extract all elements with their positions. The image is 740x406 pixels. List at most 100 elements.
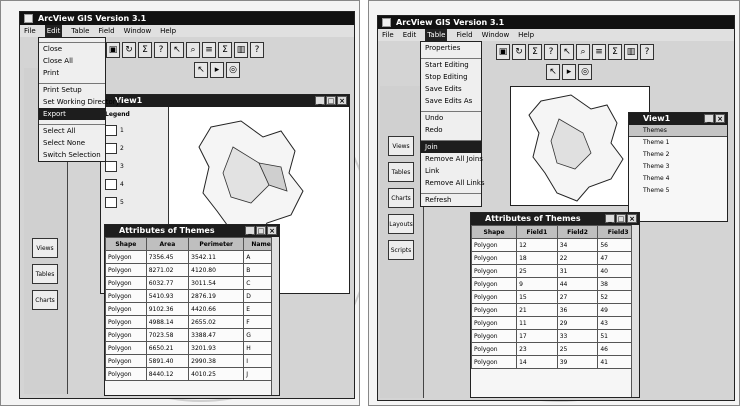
edit-tool-icon[interactable]: ▸: [562, 64, 576, 80]
save-icon[interactable]: ▣: [496, 44, 510, 60]
table-row[interactable]: Polygon 23 25 46: [471, 342, 639, 356]
help-icon[interactable]: ?: [640, 44, 654, 60]
table-cell[interactable]: Polygon: [105, 341, 147, 355]
legend-item[interactable]: 2: [105, 139, 164, 157]
table-row[interactable]: Polygon 6032.77 3011.54 C: [105, 276, 279, 290]
table-cell[interactable]: 25: [556, 342, 599, 356]
theme-list-item[interactable]: Theme 5: [629, 185, 727, 197]
table-cell[interactable]: 23: [516, 342, 558, 356]
table-cell[interactable]: 31: [556, 264, 599, 278]
menu-edit[interactable]: Edit: [44, 25, 63, 37]
menu-window[interactable]: Window: [482, 29, 510, 41]
menu-item-close[interactable]: Close: [39, 43, 105, 55]
menu-edit[interactable]: Edit: [403, 29, 417, 41]
sort-icon[interactable]: ≡: [202, 42, 216, 58]
table-cell[interactable]: Polygon: [471, 329, 518, 343]
menu-table[interactable]: Table: [71, 25, 89, 37]
table-row[interactable]: Polygon 18 22 47: [471, 251, 639, 265]
table-cell[interactable]: 6650.21: [145, 341, 190, 355]
table-cell[interactable]: 2876.19: [188, 289, 245, 303]
table-cell[interactable]: 3542.11: [188, 250, 245, 264]
table-cell[interactable]: 14: [516, 355, 558, 369]
table-cell[interactable]: 39: [556, 355, 599, 369]
views-button[interactable]: Views: [32, 238, 58, 258]
table-cell[interactable]: Polygon: [105, 289, 147, 303]
table-cell[interactable]: 7023.58: [145, 328, 190, 342]
table-row[interactable]: Polygon 8440.12 4010.25 J: [105, 367, 279, 381]
table-cell[interactable]: Polygon: [105, 354, 147, 368]
table-cell[interactable]: Polygon: [471, 316, 518, 330]
query-icon[interactable]: ?: [154, 42, 168, 58]
table-cell[interactable]: 21: [516, 303, 558, 317]
table-row[interactable]: Polygon 25 31 40: [471, 264, 639, 278]
table-cell[interactable]: 5891.40: [145, 354, 190, 368]
vertical-scrollbar[interactable]: [631, 225, 639, 397]
table-cell[interactable]: 27: [556, 290, 599, 304]
menu-field[interactable]: Field: [98, 25, 114, 37]
stats-icon[interactable]: Σ: [138, 42, 152, 58]
table-cell[interactable]: Polygon: [105, 276, 147, 290]
views-button[interactable]: Views: [388, 136, 414, 156]
table-cell[interactable]: 22: [556, 251, 599, 265]
menu-help[interactable]: Help: [160, 25, 176, 37]
legend-item[interactable]: 5: [105, 193, 164, 211]
attribute-table[interactable]: Shape Field1 Field2 Field3 Polygon 12 34 56…: [471, 225, 639, 369]
table-cell[interactable]: Polygon: [105, 367, 147, 381]
menu-item-select-all[interactable]: Select All: [39, 125, 105, 137]
attribute-table[interactable]: Shape Area Perimeter Name Polygon 7356.45…: [105, 237, 279, 381]
table-cell[interactable]: 33: [556, 329, 599, 343]
query-icon[interactable]: ?: [544, 44, 558, 60]
column-header[interactable]: Field2: [556, 225, 599, 239]
menu-item-print[interactable]: Print: [39, 67, 105, 79]
table-cell[interactable]: 3388.47: [188, 328, 245, 342]
menu-item-stop-editing[interactable]: Stop Editing: [421, 71, 481, 83]
close-icon[interactable]: ×: [715, 114, 725, 123]
table-cell[interactable]: Polygon: [105, 328, 147, 342]
table-cell[interactable]: Polygon: [471, 303, 518, 317]
table-row[interactable]: Polygon 15 27 52: [471, 290, 639, 304]
legend-item[interactable]: 1: [105, 121, 164, 139]
menu-item-start-editing[interactable]: Start Editing: [421, 59, 481, 71]
stats-icon[interactable]: Σ: [528, 44, 542, 60]
table-cell[interactable]: 34: [556, 238, 599, 252]
table-cell[interactable]: 18: [516, 251, 558, 265]
table-cell[interactable]: 12: [516, 238, 558, 252]
column-header[interactable]: Shape: [105, 237, 147, 251]
minimize-icon[interactable]: _: [245, 226, 255, 235]
table-cell[interactable]: 2655.02: [188, 315, 245, 329]
table-row[interactable]: Polygon 12 34 56: [471, 238, 639, 252]
table-cell[interactable]: 17: [516, 329, 558, 343]
minimize-icon[interactable]: _: [704, 114, 714, 123]
find-icon[interactable]: ⌕: [576, 44, 590, 60]
chart-icon[interactable]: ▥: [624, 44, 638, 60]
menu-item-refresh[interactable]: Refresh: [421, 194, 481, 206]
theme-list-item[interactable]: Theme 1: [629, 137, 727, 149]
menu-item-undo[interactable]: Undo: [421, 112, 481, 124]
menu-item-remove-all-links[interactable]: Remove All Links: [421, 177, 485, 189]
chart-icon[interactable]: ▥: [234, 42, 248, 58]
close-icon[interactable]: ×: [267, 226, 277, 235]
minimize-icon[interactable]: _: [605, 214, 615, 223]
table-cell[interactable]: 8271.02: [145, 263, 190, 277]
table-cell[interactable]: 5410.93: [145, 289, 190, 303]
menu-window[interactable]: Window: [124, 25, 152, 37]
save-icon[interactable]: ▣: [106, 42, 120, 58]
table-row[interactable]: Polygon 11 29 43: [471, 316, 639, 330]
edit-tool-icon[interactable]: ▸: [210, 62, 224, 78]
theme-list-item[interactable]: Theme 3: [629, 161, 727, 173]
table-cell[interactable]: Polygon: [471, 277, 518, 291]
tables-button[interactable]: Tables: [32, 264, 58, 284]
table-cell[interactable]: 3201.93: [188, 341, 245, 355]
table-row[interactable]: Polygon 5410.93 2876.19 D: [105, 289, 279, 303]
menu-help[interactable]: Help: [518, 29, 534, 41]
close-icon[interactable]: ×: [337, 96, 347, 105]
table-row[interactable]: Polygon 14 39 41: [471, 355, 639, 369]
table-row[interactable]: Polygon 9 44 38: [471, 277, 639, 291]
table-cell[interactable]: Polygon: [105, 263, 147, 277]
menu-field[interactable]: Field: [456, 29, 472, 41]
scripts-button[interactable]: Scripts: [388, 240, 414, 260]
menu-item-properties[interactable]: Properties: [421, 42, 481, 54]
refresh-icon[interactable]: ↻: [512, 44, 526, 60]
maximize-icon[interactable]: □: [256, 226, 266, 235]
menu-item-select-none[interactable]: Select None: [39, 137, 105, 149]
